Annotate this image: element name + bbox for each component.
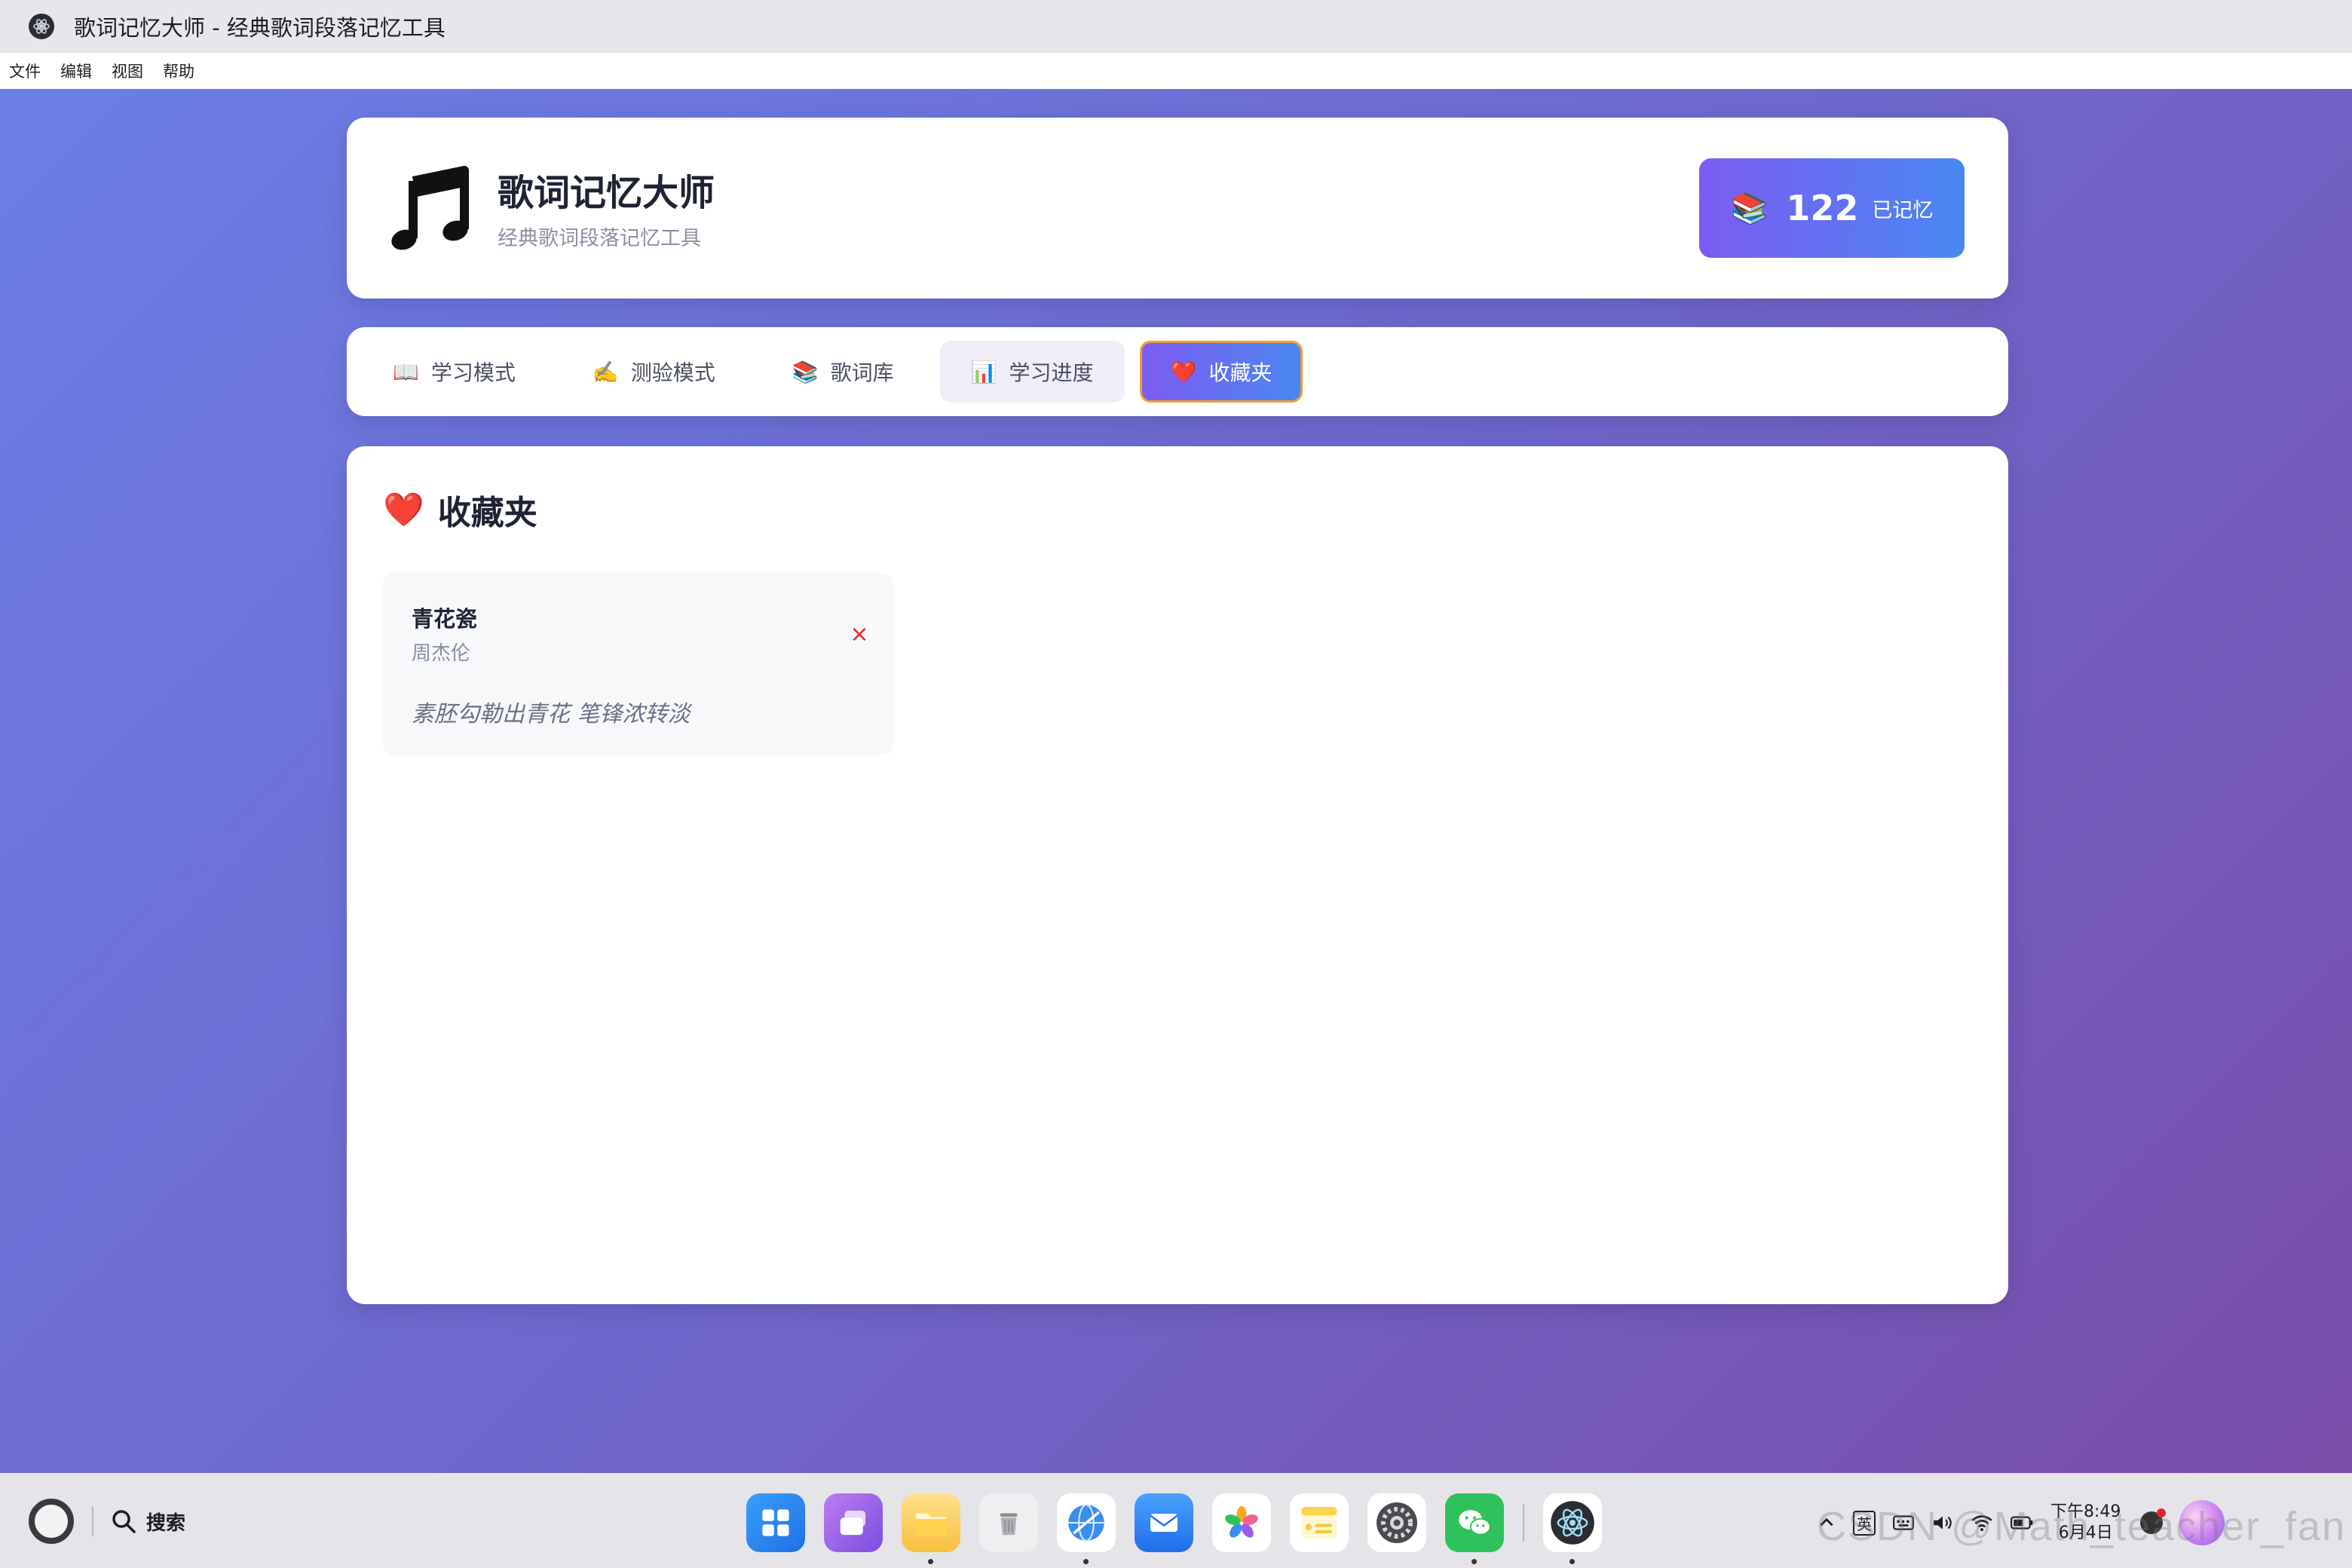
settings-icon[interactable]	[1367, 1493, 1426, 1552]
running-indicator	[1472, 1559, 1477, 1564]
multitask-icon[interactable]	[824, 1493, 883, 1552]
nav-tabs: 📖 学习模式 ✍️ 测验模式 📚 歌词库 📊 学习进度 ❤️ 收藏夹	[347, 327, 2008, 416]
app-subtitle: 经典歌词段落记忆工具	[498, 227, 701, 250]
remove-favorite-button[interactable]: ×	[844, 620, 874, 650]
trash-icon[interactable]	[979, 1493, 1038, 1552]
taskbar: 搜索 英 下午8:49 6月4日 CSDN @Math_teacher_fan	[0, 1473, 2352, 1568]
tab-lyrics-library[interactable]: 📚 歌词库	[761, 341, 925, 403]
song-artist: 周杰伦	[412, 642, 471, 665]
app-background: 歌词记忆大师 经典歌词段落记忆工具 📚 122 已记忆 📖 学习模式 ✍️ 测验…	[0, 89, 2352, 1473]
menu-file[interactable]: 文件	[9, 60, 41, 82]
tab-label: 学习模式	[430, 360, 516, 385]
running-indicator	[1083, 1559, 1089, 1564]
header-card: 歌词记忆大师 经典歌词段落记忆工具 📚 122 已记忆	[347, 118, 2008, 299]
search-icon	[112, 1510, 136, 1533]
tab-study-mode[interactable]: 📖 学习模式	[362, 341, 547, 403]
music-note-icon	[391, 166, 469, 250]
running-indicator	[928, 1559, 933, 1564]
wechat-icon[interactable]	[1445, 1493, 1504, 1564]
tab-label: 测验模式	[630, 360, 715, 385]
running-indicator	[1570, 1559, 1575, 1564]
memorized-count: 122	[1786, 188, 1859, 228]
window-titlebar: 歌词记忆大师 - 经典歌词段落记忆工具	[0, 0, 2352, 53]
tab-label: 学习进度	[1009, 360, 1094, 385]
tab-progress[interactable]: 📊 学习进度	[939, 341, 1125, 403]
tab-label: 收藏夹	[1208, 360, 1272, 385]
heart-icon: ❤️	[1170, 359, 1197, 384]
electron-app-icon[interactable]	[1543, 1493, 1602, 1564]
tab-favorites[interactable]: ❤️ 收藏夹	[1139, 341, 1303, 403]
tab-label: 歌词库	[830, 360, 894, 385]
menu-edit[interactable]: 编辑	[60, 60, 92, 82]
lyric-excerpt: 素胚勾勒出青花 笔锋浓转淡	[412, 701, 691, 727]
photos-icon[interactable]	[1212, 1493, 1271, 1552]
favorites-heading: ❤️ 收藏夹	[383, 485, 537, 534]
browser-icon[interactable]	[1057, 1493, 1116, 1564]
app-title: 歌词记忆大师	[498, 172, 715, 214]
window-title: 歌词记忆大师 - 经典歌词段落记忆工具	[74, 15, 446, 41]
menu-bar: 文件 编辑 视图 帮助	[0, 53, 2352, 89]
taskbar-divider	[92, 1506, 93, 1536]
dock-divider	[1523, 1504, 1524, 1542]
electron-app-icon	[29, 14, 54, 39]
song-title: 青花瓷	[412, 606, 478, 632]
favorite-item[interactable]: 青花瓷 周杰伦 × 素胚勾勒出青花 笔锋浓转淡	[383, 573, 894, 755]
watermark: CSDN @Math_teacher_fan	[1817, 1504, 2347, 1549]
favorites-title: 收藏夹	[437, 494, 537, 532]
menu-view[interactable]: 视图	[112, 60, 143, 82]
favorites-panel: ❤️ 收藏夹 青花瓷 周杰伦 × 素胚勾勒出青花 笔锋浓转淡	[347, 446, 2008, 1304]
heart-icon: ❤️	[383, 491, 424, 529]
writing-hand-icon: ✍️	[592, 359, 619, 384]
books-icon: 📚	[1730, 191, 1769, 226]
book-icon: 📖	[393, 359, 419, 384]
notes-icon[interactable]	[1290, 1493, 1349, 1552]
mail-icon[interactable]	[1135, 1493, 1193, 1552]
start-button[interactable]	[29, 1499, 74, 1544]
tab-quiz-mode[interactable]: ✍️ 测验模式	[562, 341, 746, 403]
memorized-count-badge: 📚 122 已记忆	[1699, 158, 1965, 258]
launcher-icon[interactable]	[746, 1493, 805, 1552]
files-icon[interactable]	[902, 1493, 960, 1564]
books-icon: 📚	[792, 359, 819, 384]
bar-chart-icon: 📊	[970, 359, 997, 384]
menu-help[interactable]: 帮助	[163, 60, 194, 82]
dock	[746, 1493, 1621, 1564]
taskbar-search-button[interactable]: 搜索	[110, 1500, 185, 1542]
search-label: 搜索	[146, 1511, 186, 1535]
memorized-label: 已记忆	[1872, 198, 1934, 222]
